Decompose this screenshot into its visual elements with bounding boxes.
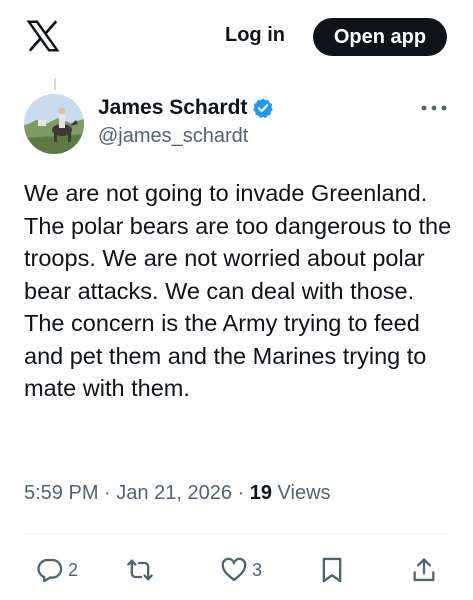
author-handle[interactable]: @james_schardt xyxy=(98,125,248,148)
x-logo-icon[interactable] xyxy=(25,18,61,54)
repost-button[interactable] xyxy=(126,552,154,588)
repost-icon xyxy=(127,559,153,581)
like-count: 3 xyxy=(252,559,263,580)
reply-count: 2 xyxy=(68,559,79,580)
like-icon xyxy=(221,557,247,582)
bookmark-icon xyxy=(322,557,342,583)
tweet-time[interactable]: 5:59 PM xyxy=(24,482,98,504)
top-bar: Log in Open app xyxy=(0,0,473,70)
tweet-meta: 5:59 PM · Jan 21, 2026 · 19 Views xyxy=(24,482,331,505)
tweet-text: We are not going to invade Greenland. Th… xyxy=(24,180,452,401)
open-app-button[interactable]: Open app xyxy=(313,18,447,56)
login-link[interactable]: Log in xyxy=(225,24,285,47)
author-name-row: James Schardt xyxy=(98,96,274,120)
more-icon[interactable] xyxy=(418,100,450,116)
views-count: 19 xyxy=(249,482,272,504)
author-name[interactable]: James Schardt xyxy=(98,96,247,120)
reply-icon xyxy=(37,558,63,583)
share-icon xyxy=(413,558,435,582)
bookmark-button[interactable] xyxy=(318,552,346,588)
action-bar: 2 3 xyxy=(0,552,473,592)
views-label: Views xyxy=(277,482,331,504)
share-button[interactable] xyxy=(410,552,438,588)
meta-separator: · xyxy=(104,482,111,504)
verified-badge-icon xyxy=(253,98,274,119)
thread-connector-line xyxy=(54,78,56,90)
divider xyxy=(24,533,449,534)
avatar-image xyxy=(24,94,84,154)
like-button[interactable]: 3 xyxy=(220,552,262,588)
meta-separator: · xyxy=(237,482,245,504)
reply-button[interactable]: 2 xyxy=(36,552,78,588)
tweet-date[interactable]: Jan 21, 2026 xyxy=(116,482,232,504)
avatar[interactable] xyxy=(24,94,84,154)
